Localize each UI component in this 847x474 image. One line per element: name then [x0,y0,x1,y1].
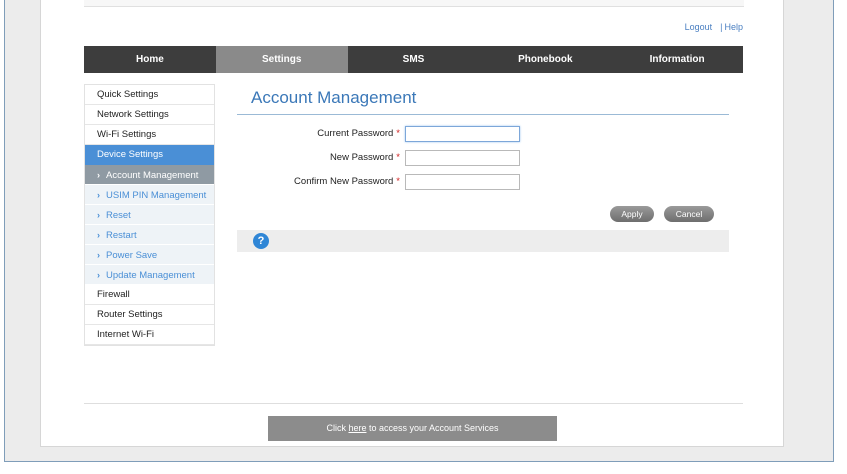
field-label-text: Current Password [317,128,394,139]
header-link-separator: | [720,22,723,32]
footer-prefix: Click [326,423,349,433]
sidebar-item-firewall[interactable]: Firewall [85,285,214,305]
sidebar-subitem-label: Power Save [106,250,158,261]
sidebar-subitem-label: Reset [106,210,131,221]
chevron-right-icon: › [97,170,100,180]
sidebar-item-router-settings[interactable]: Router Settings [85,305,214,325]
help-bar: ? [237,230,729,252]
help-link[interactable]: Help [724,22,743,32]
settings-sidebar: Quick Settings Network Settings Wi-Fi Se… [84,84,215,346]
sidebar-subitem-label: Update Management [106,270,195,281]
main-nav: Home Settings SMS Phonebook Information [84,46,743,73]
title-divider [237,114,729,115]
field-label-text: Confirm New Password [294,176,394,187]
sidebar-item-internet-wifi[interactable]: Internet Wi-Fi [85,325,214,345]
sidebar-subitem-label: USIM PIN Management [106,190,207,201]
new-password-row: New Password * [237,150,537,168]
sidebar-subitem-label: Restart [106,230,137,241]
chevron-right-icon: › [97,190,100,200]
account-services-banner: Click here to access your Account Servic… [268,416,557,441]
current-password-row: Current Password * [237,126,537,144]
sidebar-item-device-settings[interactable]: Device Settings [85,145,214,165]
chevron-right-icon: › [97,230,100,240]
sidebar-subitem-usim-pin-management[interactable]: › USIM PIN Management [85,185,214,205]
required-mark: * [396,176,400,187]
confirm-password-label: Confirm New Password * [294,176,400,187]
sidebar-subitem-label: Account Management [106,170,199,181]
chevron-right-icon: › [97,270,100,280]
top-strip [84,0,744,7]
help-icon[interactable]: ? [253,233,269,249]
tab-settings[interactable]: Settings [215,46,348,73]
tab-information[interactable]: Information [611,46,743,73]
chevron-right-icon: › [97,250,100,260]
required-mark: * [396,152,400,163]
new-password-input[interactable] [405,150,520,166]
sidebar-subitem-reset[interactable]: › Reset [85,205,214,225]
sidebar-subitem-account-management[interactable]: › Account Management [85,165,214,185]
field-label-text: New Password [329,152,394,163]
sidebar-subitem-update-management[interactable]: › Update Management [85,265,214,285]
tab-home[interactable]: Home [84,46,216,73]
required-mark: * [396,128,400,139]
current-password-input[interactable] [405,126,520,142]
sidebar-item-network-settings[interactable]: Network Settings [85,105,214,125]
sidebar-item-quick-settings[interactable]: Quick Settings [85,85,214,105]
confirm-password-row: Confirm New Password * [237,174,537,192]
cancel-button[interactable]: Cancel [664,206,714,222]
sidebar-subitem-power-save[interactable]: › Power Save [85,245,214,265]
footer-divider [84,403,743,404]
header-links: Logout | Help [685,22,743,32]
current-password-label: Current Password * [317,128,400,139]
tab-sms[interactable]: SMS [348,46,480,73]
footer-suffix: to access your Account Services [366,423,499,433]
tab-phonebook[interactable]: Phonebook [479,46,611,73]
sidebar-item-wifi-settings[interactable]: Wi-Fi Settings [85,125,214,145]
new-password-label: New Password * [330,152,400,163]
logout-link[interactable]: Logout [685,22,713,32]
account-services-link[interactable]: here [348,423,366,433]
confirm-password-input[interactable] [405,174,520,190]
chevron-right-icon: › [97,210,100,220]
sidebar-subitem-restart[interactable]: › Restart [85,225,214,245]
page-title: Account Management [251,88,417,107]
apply-button[interactable]: Apply [610,206,654,222]
